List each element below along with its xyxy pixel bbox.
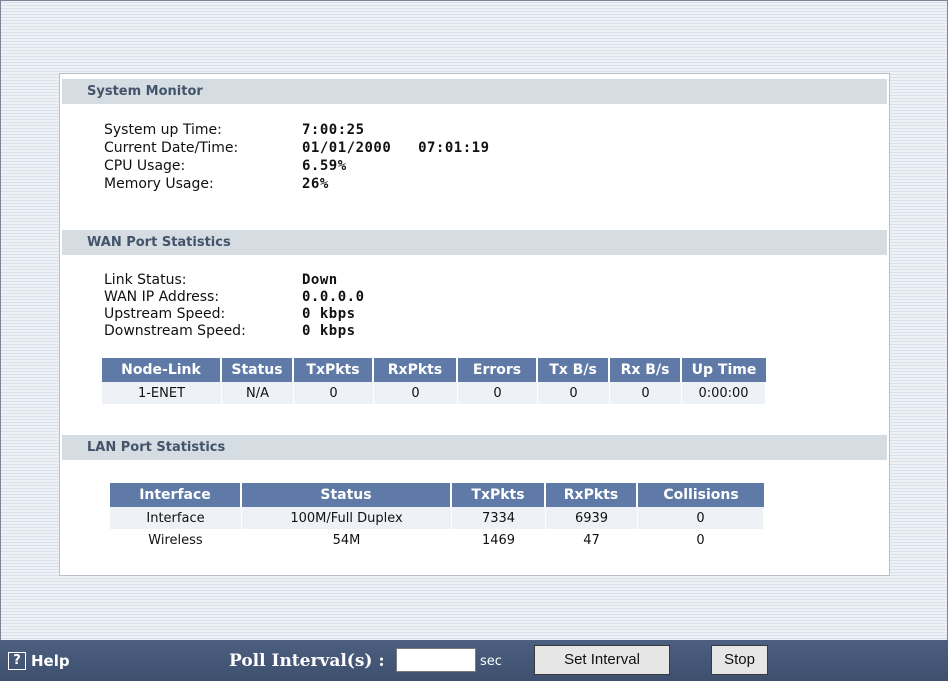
table-cell: Interface [110, 507, 242, 529]
table-cell: 0 [610, 382, 682, 404]
wan-col-errors: Errors [458, 358, 538, 382]
table-cell: 7334 [452, 507, 546, 529]
current-date-time-value: 01/01/2000 07:01:19 [302, 140, 490, 156]
lan-col-interface: Interface [110, 483, 242, 507]
help-label[interactable]: Help [31, 652, 70, 670]
bottom-toolbar: ? Help Poll Interval(s) : sec Set Interv… [0, 640, 948, 681]
wan-col-up-time: Up Time [682, 358, 766, 382]
upstream-speed-label: Upstream Speed: [104, 306, 226, 322]
poll-interval-label: Poll Interval(s) : [229, 651, 385, 671]
upstream-speed-value: 0 kbps [302, 306, 356, 322]
wan-statistics-header: WAN Port Statistics [62, 230, 887, 255]
table-cell: 0 [638, 529, 764, 551]
lan-col-rxpkts: RxPkts [546, 483, 638, 507]
lan-statistics-header: LAN Port Statistics [62, 435, 887, 460]
table-cell: 1-ENET [102, 382, 222, 404]
help-icon[interactable]: ? [8, 652, 26, 670]
memory-usage-value: 26% [302, 176, 329, 192]
link-status-label: Link Status: [104, 272, 187, 288]
memory-usage-label: Memory Usage: [104, 176, 214, 192]
table-cell: 0 [294, 382, 374, 404]
table-cell: 0 [458, 382, 538, 404]
wan-col-txpkts: TxPkts [294, 358, 374, 382]
wan-ip-label: WAN IP Address: [104, 289, 220, 305]
table-row: Interface 100M/Full Duplex 7334 6939 0 [110, 507, 764, 529]
lan-col-collisions: Collisions [638, 483, 764, 507]
table-cell: 0 [638, 507, 764, 529]
lan-col-txpkts: TxPkts [452, 483, 546, 507]
downstream-speed-value: 0 kbps [302, 323, 356, 339]
system-up-time-label: System up Time: [104, 122, 222, 138]
wan-col-node-link: Node-Link [102, 358, 222, 382]
lan-col-status: Status [242, 483, 452, 507]
downstream-speed-label: Downstream Speed: [104, 323, 246, 339]
wan-ip-value: 0.0.0.0 [302, 289, 365, 305]
table-cell: 1469 [452, 529, 546, 551]
link-status-value: Down [302, 272, 338, 288]
table-cell: 47 [546, 529, 638, 551]
table-cell: 0 [538, 382, 610, 404]
lan-stats-table: Interface Status TxPkts RxPkts Collision… [110, 483, 764, 551]
status-panel: System Monitor System up Time: 7:00:25 C… [59, 73, 890, 576]
wan-col-status: Status [222, 358, 294, 382]
wan-col-rxpkts: RxPkts [374, 358, 458, 382]
table-row: Wireless 54M 1469 47 0 [110, 529, 764, 551]
system-monitor-header: System Monitor [62, 79, 887, 104]
set-interval-button[interactable]: Set Interval [534, 645, 670, 675]
sec-unit-label: sec [480, 654, 502, 669]
current-date-time-label: Current Date/Time: [104, 140, 239, 156]
system-up-time-value: 7:00:25 [302, 122, 365, 138]
wan-col-rx-bps: Rx B/s [610, 358, 682, 382]
cpu-usage-value: 6.59% [302, 158, 347, 174]
cpu-usage-label: CPU Usage: [104, 158, 186, 174]
table-cell: 0:00:00 [682, 382, 766, 404]
table-row: 1-ENET N/A 0 0 0 0 0 0:00:00 [102, 382, 766, 404]
table-cell: 54M [242, 529, 452, 551]
wan-col-tx-bps: Tx B/s [538, 358, 610, 382]
table-cell: Wireless [110, 529, 242, 551]
wan-stats-table: Node-Link Status TxPkts RxPkts Errors Tx… [102, 358, 766, 404]
table-cell: 100M/Full Duplex [242, 507, 452, 529]
table-cell: 6939 [546, 507, 638, 529]
stop-button[interactable]: Stop [711, 645, 768, 675]
table-cell: N/A [222, 382, 294, 404]
table-cell: 0 [374, 382, 458, 404]
poll-interval-input[interactable] [396, 648, 476, 672]
